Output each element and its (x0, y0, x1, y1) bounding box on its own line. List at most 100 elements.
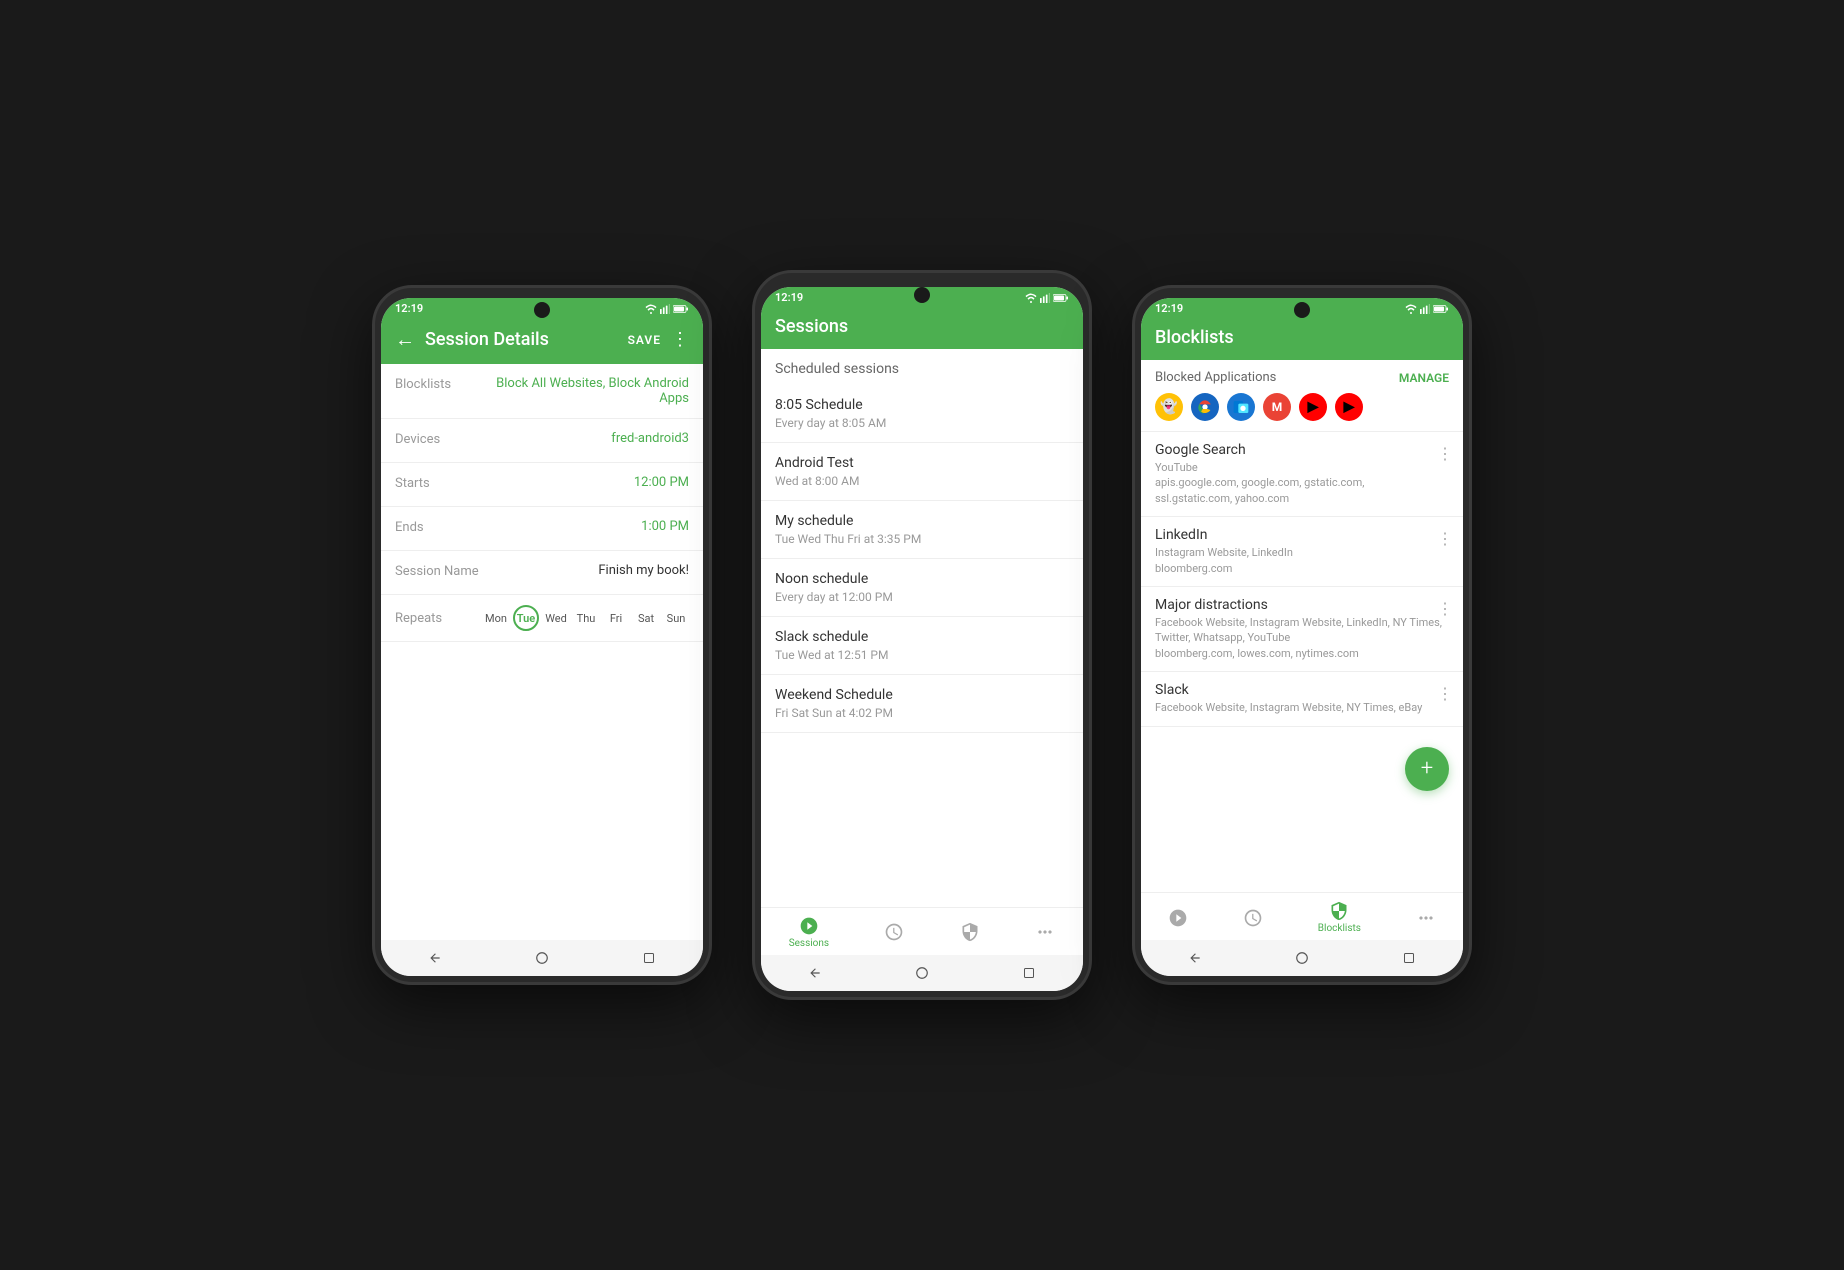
session-time-6: Fri Sat Sun at 4:02 PM (775, 706, 1069, 720)
nav-recents[interactable] (1019, 963, 1039, 983)
blocklists-value: Block All Websites, Block Android Apps (485, 376, 689, 406)
app-header: Blocklists (1141, 319, 1463, 360)
more-button[interactable]: ⋮ (671, 329, 689, 350)
back-button[interactable]: ← (395, 327, 415, 352)
android-nav (381, 940, 703, 976)
header-title: Blocklists (1155, 327, 1449, 348)
blocklist-linkedin[interactable]: ⋮ LinkedIn Instagram Website, LinkedInbl… (1141, 517, 1463, 587)
session-time-2: Wed at 8:00 AM (775, 474, 1069, 488)
session-item-3[interactable]: My schedule Tue Wed Thu Fri at 3:35 PM (761, 501, 1083, 559)
session-item-2[interactable]: Android Test Wed at 8:00 AM (761, 443, 1083, 501)
devices-label: Devices (395, 431, 485, 447)
blocklist-apps-3: Facebook Website, Instagram Website, Lin… (1155, 615, 1449, 661)
blocklist-apps-4: Facebook Website, Instagram Website, NY … (1155, 700, 1449, 715)
side-button (709, 448, 712, 498)
more-icon (1416, 908, 1436, 928)
sessions-icon (1168, 908, 1188, 928)
more-menu-1[interactable]: ⋮ (1437, 444, 1453, 463)
status-time: 12:19 (775, 291, 803, 304)
manage-button[interactable]: MANAGE (1399, 371, 1449, 385)
session-item-1[interactable]: 8:05 Schedule Every day at 8:05 AM (761, 385, 1083, 443)
blocked-apps-title: Blocked Applications (1155, 370, 1276, 385)
nav-clock[interactable] (1233, 906, 1273, 930)
nav-blocklists[interactable] (950, 920, 990, 946)
nav-sessions[interactable]: Sessions (779, 914, 839, 951)
blocklist-slack[interactable]: ⋮ Slack Facebook Website, Instagram Webs… (1141, 672, 1463, 726)
app-icon-gmail: M (1263, 393, 1291, 421)
nav-back[interactable] (805, 963, 825, 983)
status-icons (1025, 293, 1069, 303)
blocked-apps-section: Blocked Applications MANAGE 👻 (1141, 360, 1463, 432)
nav-sessions[interactable] (1158, 906, 1198, 930)
nav-blocklists[interactable]: Blocklists (1308, 899, 1371, 936)
outlook-svg (1233, 400, 1249, 414)
side-button (1089, 433, 1092, 483)
phone-screen: 12:19 Blocklists Blocked Applications MA… (1141, 298, 1463, 976)
ends-label: Ends (395, 519, 485, 535)
app-header: ← Session Details SAVE ⋮ (381, 319, 703, 364)
day-wed[interactable]: Wed (543, 605, 569, 631)
nav-more[interactable] (1025, 920, 1065, 946)
clock-icon (1243, 908, 1263, 928)
session-item-6[interactable]: Weekend Schedule Fri Sat Sun at 4:02 PM (761, 675, 1083, 733)
header-title: Sessions (775, 316, 1069, 337)
add-blocklist-fab[interactable]: + (1405, 747, 1449, 791)
devices-row: Devices fred-android3 (381, 419, 703, 463)
session-name-1: 8:05 Schedule (775, 397, 1069, 413)
session-name-value: Finish my book! (485, 563, 689, 578)
sessions-icon (799, 916, 819, 936)
day-sun[interactable]: Sun (663, 605, 689, 631)
battery-icon (1053, 293, 1069, 303)
app-icon-chrome (1191, 393, 1219, 421)
nav-home[interactable] (1292, 948, 1312, 968)
nav-recents[interactable] (1399, 948, 1419, 968)
day-mon[interactable]: Mon (483, 605, 509, 631)
more-menu-3[interactable]: ⋮ (1437, 599, 1453, 618)
app-icon-youtube1: ▶ (1299, 393, 1327, 421)
more-menu-2[interactable]: ⋮ (1437, 529, 1453, 548)
day-tue[interactable]: Tue (513, 605, 539, 631)
nav-recents[interactable] (639, 948, 659, 968)
day-fri[interactable]: Fri (603, 605, 629, 631)
session-item-5[interactable]: Slack schedule Tue Wed at 12:51 PM (761, 617, 1083, 675)
more-menu-4[interactable]: ⋮ (1437, 684, 1453, 703)
session-name-5: Slack schedule (775, 629, 1069, 645)
day-thu[interactable]: Thu (573, 605, 599, 631)
blocklists-label: Blocklists (395, 376, 485, 392)
section-header: Scheduled sessions (761, 349, 1083, 385)
blocklist-name-2: LinkedIn (1155, 527, 1449, 543)
blocklist-google-search[interactable]: ⋮ Google Search YouTubeapis.google.com, … (1141, 432, 1463, 517)
app-icons-row: 👻 (1155, 393, 1449, 421)
blocklist-name-3: Major distractions (1155, 597, 1449, 613)
nav-home[interactable] (532, 948, 552, 968)
phone-screen: 12:19 Sessions Scheduled sessions 8:05 S… (761, 287, 1083, 991)
shield-icon (960, 922, 980, 942)
session-item-4[interactable]: Noon schedule Every day at 12:00 PM (761, 559, 1083, 617)
blocklist-major-distractions[interactable]: ⋮ Major distractions Facebook Website, I… (1141, 587, 1463, 672)
status-icons (645, 304, 689, 314)
ends-value: 1:00 PM (485, 519, 689, 534)
android-nav (761, 955, 1083, 991)
nav-back[interactable] (425, 948, 445, 968)
phone-blocklists: 12:19 Blocklists Blocked Applications MA… (1132, 285, 1472, 985)
save-button[interactable]: SAVE (628, 333, 661, 347)
devices-value: fred-android3 (485, 431, 689, 446)
session-name-2: Android Test (775, 455, 1069, 471)
app-icon-youtube2: ▶ (1335, 393, 1363, 421)
nav-home[interactable] (912, 963, 932, 983)
phone-notch (914, 287, 930, 303)
session-detail-content: Blocklists Block All Websites, Block And… (381, 364, 703, 940)
nav-clock[interactable] (874, 920, 914, 946)
session-time-4: Every day at 12:00 PM (775, 590, 1069, 604)
starts-value: 12:00 PM (485, 475, 689, 490)
nav-back[interactable] (1185, 948, 1205, 968)
bottom-nav: Sessions (761, 907, 1083, 955)
blocklists-content: Blocked Applications MANAGE 👻 (1141, 360, 1463, 892)
repeats-row: Repeats Mon Tue Wed Thu Fri Sat Sun (381, 595, 703, 642)
app-icon-snapchat: 👻 (1155, 393, 1183, 421)
blocklist-apps-1: YouTubeapis.google.com, google.com, gsta… (1155, 460, 1449, 506)
nav-more[interactable] (1406, 906, 1446, 930)
wifi-icon (1025, 293, 1037, 303)
fab-icon: + (1421, 756, 1433, 781)
day-sat[interactable]: Sat (633, 605, 659, 631)
